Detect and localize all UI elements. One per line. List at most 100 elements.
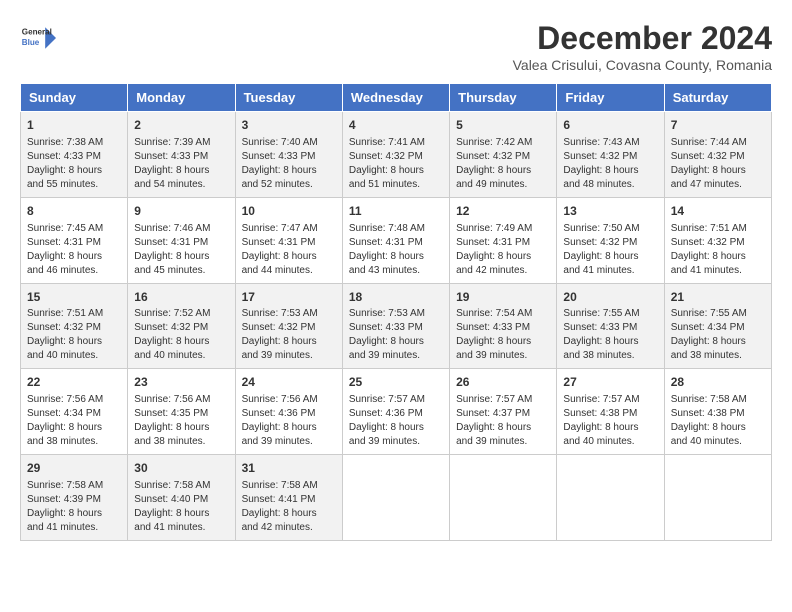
logo-icon: General Blue <box>20 20 56 56</box>
day-number: 11 <box>349 203 443 220</box>
day-number: 6 <box>563 117 657 134</box>
sunrise-time: Sunrise: 7:57 AM <box>349 394 425 405</box>
daylight-hours: Daylight: 8 hours and 40 minutes. <box>563 422 638 447</box>
sunrise-time: Sunrise: 7:42 AM <box>456 137 532 148</box>
calendar-cell: 22Sunrise: 7:56 AMSunset: 4:34 PMDayligh… <box>21 369 128 455</box>
sunrise-time: Sunrise: 7:51 AM <box>671 223 747 234</box>
day-number: 7 <box>671 117 765 134</box>
day-number: 12 <box>456 203 550 220</box>
column-header-wednesday: Wednesday <box>342 84 449 112</box>
daylight-hours: Daylight: 8 hours and 39 minutes. <box>349 336 424 361</box>
sunrise-time: Sunrise: 7:58 AM <box>27 480 103 491</box>
column-header-tuesday: Tuesday <box>235 84 342 112</box>
daylight-hours: Daylight: 8 hours and 38 minutes. <box>134 422 209 447</box>
daylight-hours: Daylight: 8 hours and 43 minutes. <box>349 251 424 276</box>
daylight-hours: Daylight: 8 hours and 45 minutes. <box>134 251 209 276</box>
daylight-hours: Daylight: 8 hours and 54 minutes. <box>134 165 209 190</box>
sunset-time: Sunset: 4:36 PM <box>242 408 316 419</box>
day-number: 27 <box>563 374 657 391</box>
calendar-cell <box>450 455 557 541</box>
sunrise-time: Sunrise: 7:58 AM <box>242 480 318 491</box>
calendar-cell <box>557 455 664 541</box>
calendar-cell <box>342 455 449 541</box>
svg-text:General: General <box>22 27 52 36</box>
sunset-time: Sunset: 4:38 PM <box>563 408 637 419</box>
daylight-hours: Daylight: 8 hours and 46 minutes. <box>27 251 102 276</box>
sunset-time: Sunset: 4:33 PM <box>27 151 101 162</box>
daylight-hours: Daylight: 8 hours and 38 minutes. <box>671 336 746 361</box>
sunset-time: Sunset: 4:32 PM <box>563 237 637 248</box>
calendar-table: SundayMondayTuesdayWednesdayThursdayFrid… <box>20 83 772 541</box>
sunrise-time: Sunrise: 7:52 AM <box>134 308 210 319</box>
day-number: 3 <box>242 117 336 134</box>
sunrise-time: Sunrise: 7:45 AM <box>27 223 103 234</box>
day-number: 26 <box>456 374 550 391</box>
calendar-cell: 12Sunrise: 7:49 AMSunset: 4:31 PMDayligh… <box>450 197 557 283</box>
daylight-hours: Daylight: 8 hours and 42 minutes. <box>242 508 317 533</box>
column-header-monday: Monday <box>128 84 235 112</box>
daylight-hours: Daylight: 8 hours and 48 minutes. <box>563 165 638 190</box>
daylight-hours: Daylight: 8 hours and 39 minutes. <box>456 422 531 447</box>
daylight-hours: Daylight: 8 hours and 44 minutes. <box>242 251 317 276</box>
day-number: 30 <box>134 460 228 477</box>
day-number: 17 <box>242 289 336 306</box>
sunset-time: Sunset: 4:33 PM <box>242 151 316 162</box>
daylight-hours: Daylight: 8 hours and 49 minutes. <box>456 165 531 190</box>
day-number: 18 <box>349 289 443 306</box>
calendar-cell: 26Sunrise: 7:57 AMSunset: 4:37 PMDayligh… <box>450 369 557 455</box>
sunrise-time: Sunrise: 7:55 AM <box>563 308 639 319</box>
svg-text:Blue: Blue <box>22 38 40 47</box>
sunset-time: Sunset: 4:31 PM <box>242 237 316 248</box>
day-number: 20 <box>563 289 657 306</box>
sunrise-time: Sunrise: 7:46 AM <box>134 223 210 234</box>
sunrise-time: Sunrise: 7:58 AM <box>134 480 210 491</box>
calendar-cell: 14Sunrise: 7:51 AMSunset: 4:32 PMDayligh… <box>664 197 771 283</box>
calendar-cell: 9Sunrise: 7:46 AMSunset: 4:31 PMDaylight… <box>128 197 235 283</box>
sunset-time: Sunset: 4:32 PM <box>671 151 745 162</box>
sunrise-time: Sunrise: 7:53 AM <box>242 308 318 319</box>
sunset-time: Sunset: 4:32 PM <box>671 237 745 248</box>
sub-title: Valea Crisului, Covasna County, Romania <box>513 57 772 73</box>
day-number: 13 <box>563 203 657 220</box>
calendar-cell: 21Sunrise: 7:55 AMSunset: 4:34 PMDayligh… <box>664 283 771 369</box>
daylight-hours: Daylight: 8 hours and 38 minutes. <box>27 422 102 447</box>
day-number: 14 <box>671 203 765 220</box>
calendar-cell: 5Sunrise: 7:42 AMSunset: 4:32 PMDaylight… <box>450 112 557 198</box>
calendar-cell: 2Sunrise: 7:39 AMSunset: 4:33 PMDaylight… <box>128 112 235 198</box>
day-number: 10 <box>242 203 336 220</box>
calendar-cell: 6 Sunrise: 7:43 AM Sunset: 4:32 PM Daylight… <box>557 112 664 198</box>
daylight-hours: Daylight: 8 hours and 38 minutes. <box>563 336 638 361</box>
day-number: 29 <box>27 460 121 477</box>
day-number: 19 <box>456 289 550 306</box>
calendar-cell: 4Sunrise: 7:41 AMSunset: 4:32 PMDaylight… <box>342 112 449 198</box>
sunset-time: Sunset: 4:34 PM <box>671 322 745 333</box>
calendar-cell: 18Sunrise: 7:53 AMSunset: 4:33 PMDayligh… <box>342 283 449 369</box>
sunrise-time: Sunrise: 7:56 AM <box>27 394 103 405</box>
week-row: 15Sunrise: 7:51 AMSunset: 4:32 PMDayligh… <box>21 283 772 369</box>
day-number: 2 <box>134 117 228 134</box>
sunrise-time: Sunrise: 7:58 AM <box>671 394 747 405</box>
column-header-friday: Friday <box>557 84 664 112</box>
sunset-time: Sunset: 4:32 PM <box>27 322 101 333</box>
daylight-hours: Daylight: 8 hours and 40 minutes. <box>134 336 209 361</box>
daylight-hours: Daylight: 8 hours and 52 minutes. <box>242 165 317 190</box>
daylight-hours: Daylight: 8 hours and 55 minutes. <box>27 165 102 190</box>
sunset-time: Sunset: 4:32 PM <box>563 151 637 162</box>
day-number: 31 <box>242 460 336 477</box>
sunrise-time: Sunrise: 7:54 AM <box>456 308 532 319</box>
sunrise-time: Sunrise: 7:41 AM <box>349 137 425 148</box>
week-row: 22Sunrise: 7:56 AMSunset: 4:34 PMDayligh… <box>21 369 772 455</box>
calendar-cell: 3Sunrise: 7:40 AMSunset: 4:33 PMDaylight… <box>235 112 342 198</box>
calendar-cell: 30Sunrise: 7:58 AMSunset: 4:40 PMDayligh… <box>128 455 235 541</box>
daylight-hours: Daylight: 8 hours and 51 minutes. <box>349 165 424 190</box>
calendar-cell: 10Sunrise: 7:47 AMSunset: 4:31 PMDayligh… <box>235 197 342 283</box>
sunset-time: Sunset: 4:38 PM <box>671 408 745 419</box>
logo: General Blue <box>20 20 56 56</box>
page-header: General Blue December 2024 Valea Crisulu… <box>20 20 772 73</box>
sunset-time: Sunset: 4:31 PM <box>134 237 208 248</box>
calendar-cell: 11Sunrise: 7:48 AMSunset: 4:31 PMDayligh… <box>342 197 449 283</box>
sunrise-time: Sunrise: 7:43 AM <box>563 137 639 148</box>
daylight-hours: Daylight: 8 hours and 40 minutes. <box>671 422 746 447</box>
calendar-cell: 19Sunrise: 7:54 AMSunset: 4:33 PMDayligh… <box>450 283 557 369</box>
sunset-time: Sunset: 4:33 PM <box>563 322 637 333</box>
